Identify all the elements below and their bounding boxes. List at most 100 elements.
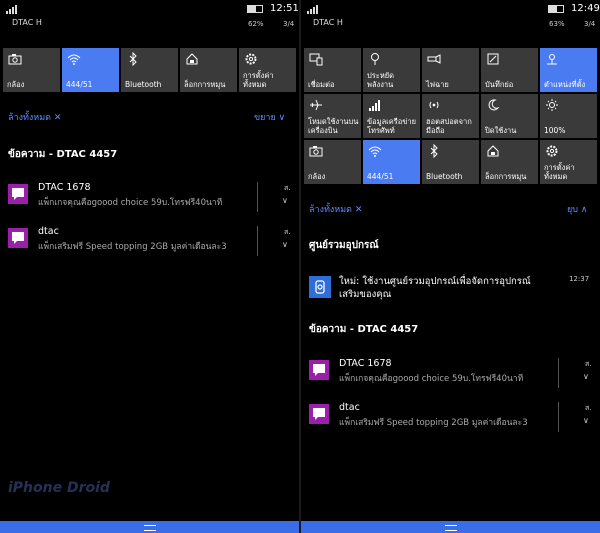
quick-action-label: เชื่อมต่อ [308, 80, 335, 89]
notification-body: แพ็กเสริมฟรี Speed topping 2GB มูลค่าเดื… [339, 418, 528, 428]
moon-icon [486, 98, 500, 112]
quick-action-tile[interactable]: การตั้งค่าทั้งหมด [540, 140, 597, 184]
quick-actions-grid: กล้อง 444/51 Bluetooth ล็อกการหมุน การตั้งค่… [3, 48, 296, 92]
divider [257, 182, 258, 212]
quick-action-tile[interactable]: 444/51 [62, 48, 119, 92]
device-section-title: ศูนย์รวมอุปกรณ์ [309, 240, 379, 251]
quick-action-tile[interactable]: ตำแหน่งที่ตั้ง [540, 48, 597, 92]
divider [558, 402, 559, 432]
battery-icon [247, 5, 263, 13]
battery-saver-icon [368, 52, 382, 66]
quick-action-tile[interactable]: 444/51 [363, 140, 420, 184]
quick-action-label: ฮอตสปอตจากมือถือ [426, 117, 472, 135]
airplane-icon [309, 98, 323, 112]
signal-icon [6, 5, 17, 14]
flashlight-icon [427, 52, 441, 66]
quick-action-label: ประหยัดพลังงาน [367, 71, 395, 89]
clear-all-link[interactable]: ล้างทั้งหมด ✕ [8, 110, 61, 124]
quick-action-label: ไฟฉาย [426, 80, 449, 89]
cellular-icon [368, 98, 382, 112]
battery-icon [548, 5, 564, 13]
chevron-down-icon[interactable]: ∨ [282, 196, 288, 205]
quick-action-label: ล็อกการหมุน [485, 172, 527, 181]
wifi-icon [67, 52, 81, 66]
notification-title: dtac [339, 402, 360, 413]
quick-action-label: โหมดใช้งานบนเครื่องบิน [308, 117, 359, 135]
carrier-label: DTAC H [313, 18, 343, 27]
grip-icon [143, 525, 156, 531]
divider [558, 358, 559, 388]
expand-link[interactable]: ขยาย ∨ [254, 110, 285, 124]
quick-action-tile[interactable]: การตั้งค่าทั้งหมด [239, 48, 296, 92]
quick-action-tile[interactable]: ประหยัดพลังงาน [363, 48, 420, 92]
brightness-icon [545, 98, 559, 112]
signal-icon [307, 5, 318, 14]
quick-action-tile[interactable]: ล็อกการหมุน [180, 48, 237, 92]
location-icon [545, 52, 559, 66]
quick-action-label: บันทึกย่อ [485, 80, 514, 89]
messages-section-title: ข้อความ - DTAC 4457 [8, 149, 118, 160]
camera-icon [8, 52, 22, 66]
rotation-lock-icon [185, 52, 199, 66]
collapse-link[interactable]: ยุบ ∧ [567, 202, 587, 216]
quick-action-tile[interactable]: บันทึกย่อ [481, 48, 538, 92]
quick-action-tile[interactable]: กล้อง [304, 140, 361, 184]
grip-icon [444, 525, 457, 531]
drag-handle-bar[interactable] [0, 521, 299, 533]
quick-action-label: 100% [544, 126, 566, 135]
clear-all-link[interactable]: ล้างทั้งหมด ✕ [309, 202, 362, 216]
quick-action-label: กล้อง [308, 172, 326, 181]
connect-icon [309, 52, 323, 66]
right-action-center: DTAC H 63% 12:49 3/4 เชื่อมต่อ ประหยัดพลั… [301, 0, 600, 533]
quick-action-label: 444/51 [66, 80, 93, 89]
notification-time: ส. [284, 184, 291, 192]
chevron-down-icon[interactable]: ∨ [583, 416, 589, 425]
notification-item[interactable]: dtac แพ็กเสริมฟรี Speed topping 2GB มูลค… [301, 400, 600, 440]
quick-action-label: การตั้งค่าทั้งหมด [243, 71, 274, 89]
hotspot-icon [427, 98, 441, 112]
message-app-icon [309, 360, 329, 380]
notification-item[interactable]: DTAC 1678 แพ็กเกจคุณคือgoood choice 59บ.… [0, 180, 299, 220]
notification-title: DTAC 1678 [339, 358, 392, 369]
quick-action-tile[interactable]: ล็อกการหมุน [481, 140, 538, 184]
notification-item[interactable]: dtac แพ็กเสริมฟรี Speed topping 2GB มูลค… [0, 224, 299, 264]
note-icon [486, 52, 500, 66]
notification-title: DTAC 1678 [38, 182, 91, 193]
gear-icon [244, 52, 258, 66]
quick-action-tile[interactable]: ฮอตสปอตจากมือถือ [422, 94, 479, 138]
chevron-down-icon[interactable]: ∨ [583, 372, 589, 381]
quick-action-label: ปิดใช้งาน [485, 126, 517, 135]
quick-action-label: กล้อง [7, 80, 25, 89]
quick-action-tile[interactable]: เชื่อมต่อ [304, 48, 361, 92]
quick-action-tile[interactable]: Bluetooth [121, 48, 178, 92]
quick-action-label: Bluetooth [426, 172, 463, 181]
bluetooth-icon [126, 51, 140, 67]
quick-action-label: ข้อมูลเครือข่ายโทรศัพท์ [367, 117, 417, 135]
quick-action-tile[interactable]: Bluetooth [422, 140, 479, 184]
quick-action-label: ตำแหน่งที่ตั้ง [544, 80, 586, 89]
notification-item[interactable]: DTAC 1678 แพ็กเกจคุณคือgoood choice 59บ.… [301, 356, 600, 396]
notification-time: ส. [585, 404, 592, 412]
drag-handle-bar[interactable] [301, 521, 600, 533]
quick-action-tile[interactable]: 100% [540, 94, 597, 138]
notification-time: ส. [585, 360, 592, 368]
message-app-icon [8, 184, 28, 204]
quick-actions-grid: เชื่อมต่อ ประหยัดพลังงานไฟฉาย บันทึกย่อ ตำแ… [304, 48, 597, 184]
quick-action-label: Bluetooth [125, 80, 162, 89]
device-notification[interactable]: ใหม่: ใช้งานศูนย์รวมอุปกรณ์เพื่อจัดการอุ… [301, 272, 600, 306]
quick-action-tile[interactable]: ไฟฉาย [422, 48, 479, 92]
quick-action-tile[interactable]: โหมดใช้งานบนเครื่องบิน [304, 94, 361, 138]
divider [257, 226, 258, 256]
messages-section-title: ข้อความ - DTAC 4457 [309, 324, 419, 335]
page-indicator: 3/4 [283, 20, 295, 28]
notification-body: แพ็กเกจคุณคือgoood choice 59บ.โทรฟรี40นา… [339, 374, 524, 384]
gear-icon [545, 144, 559, 158]
quick-action-tile[interactable]: ปิดใช้งาน [481, 94, 538, 138]
battery-percent: 62% [248, 20, 264, 28]
device-notification-time: 12:37 [569, 275, 590, 283]
wifi-icon [368, 144, 382, 158]
chevron-down-icon[interactable]: ∨ [282, 240, 288, 249]
rotation-lock-icon [486, 144, 500, 158]
quick-action-tile[interactable]: กล้อง [3, 48, 60, 92]
quick-action-tile[interactable]: ข้อมูลเครือข่ายโทรศัพท์ [363, 94, 420, 138]
